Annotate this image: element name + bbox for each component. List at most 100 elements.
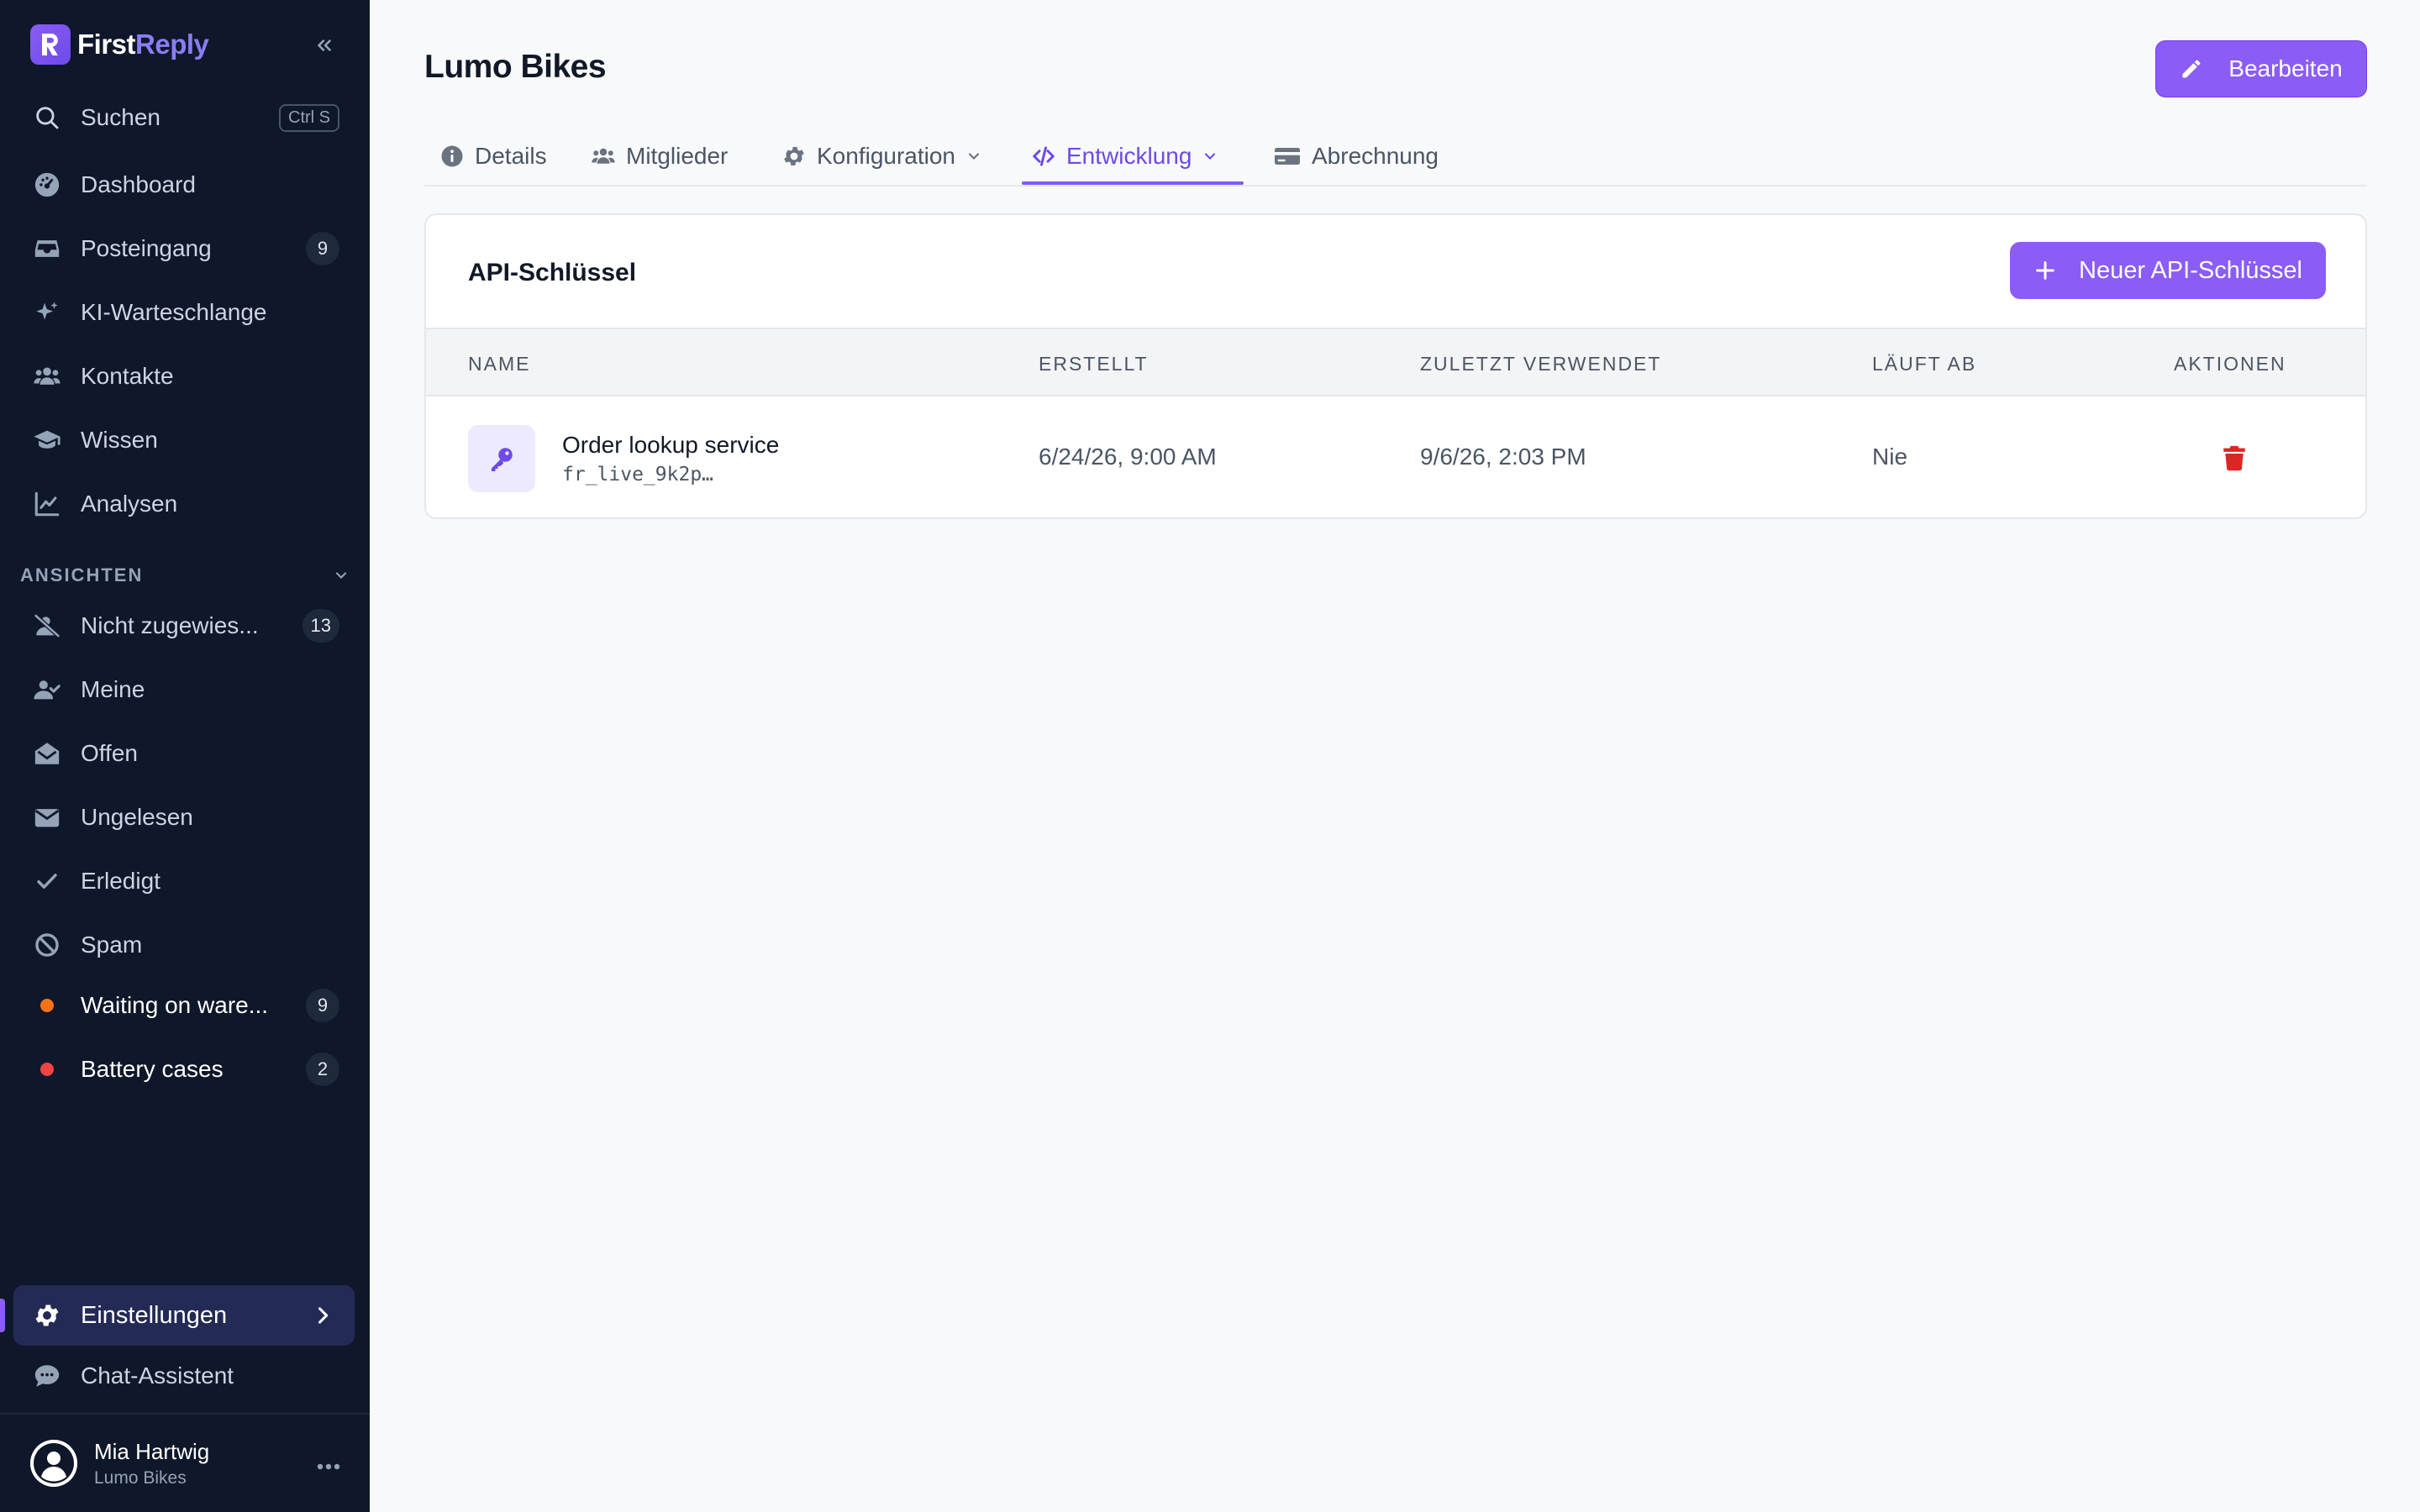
sidebar-view-open[interactable]: Offen [20,727,339,780]
sidebar-item-settings[interactable]: Einstellungen [13,1285,355,1346]
ban-icon [29,927,66,963]
dashboard-gauge-icon [29,166,66,203]
api-key-prefix: fr_live_9k2p… [562,464,714,486]
sidebar-item-chat-assistant[interactable]: Chat-Assistent [20,1349,339,1403]
sidebar-divider [0,1413,370,1415]
column-header-expires: LÄUFT AB [1872,353,1977,375]
sidebar-item-label: Wissen [81,427,158,453]
search-label: Suchen [81,104,160,130]
sidebar-item-label: Chat-Assistent [81,1362,234,1389]
sidebar-item-knowledge[interactable]: Wissen [20,413,339,467]
user-check-icon [29,671,66,708]
column-header-created: ERSTELLT [1039,353,1149,375]
pencil-icon [2182,60,2201,78]
battery-count-badge: 2 [306,1053,339,1086]
waiting-count-badge: 9 [306,989,339,1022]
views-section-header[interactable]: ANSICHTEN [20,563,350,588]
edit-button[interactable]: Bearbeiten [2155,40,2367,97]
new-api-key-label: Neuer API-Schlüssel [2079,256,2302,284]
sidebar-item-label: Waiting on ware... [81,992,269,1018]
gear-icon [29,1297,66,1334]
tab-members[interactable]: Mitglieder [591,126,728,186]
inbox-count-badge: 9 [306,232,339,265]
collapse-sidebar-button[interactable] [308,29,341,62]
user-org: Lumo Bikes [94,1467,187,1488]
chevron-down-icon [1205,153,1216,160]
search-button[interactable]: Suchen Ctrl S [20,91,339,144]
api-key-last-used: 9/6/26, 2:03 PM [1420,444,1586,470]
sidebar-item-label: Offen [81,740,138,766]
sidebar-item-analytics[interactable]: Analysen [20,477,339,531]
sidebar-view-mine[interactable]: Meine [20,663,339,717]
tab-label: Entwicklung [1066,143,1192,169]
users-icon [592,148,615,164]
sidebar-view-waiting-on-warehouse[interactable]: Waiting on ware... 9 [20,979,339,1032]
tab-billing[interactable]: Abrechnung [1273,126,1439,186]
sidebar-view-done[interactable]: Erledigt [20,854,339,908]
code-icon [1033,146,1055,166]
credit-card-icon [1275,148,1300,165]
edit-button-label: Bearbeiten [2228,55,2343,81]
sidebar-view-spam[interactable]: Spam [20,918,339,972]
tab-details[interactable]: Details [439,126,547,186]
api-keys-card: API-Schlüssel Neuer API-Schlüssel NAME E… [424,213,2367,519]
trash-icon[interactable] [2220,444,2249,472]
sidebar-item-contacts[interactable]: Kontakte [20,349,339,403]
logo-mark-icon [30,24,71,65]
tab-development[interactable]: Entwicklung [1031,126,1218,186]
sidebar-item-inbox[interactable]: Posteingang 9 [20,222,339,276]
sparkles-icon [29,294,66,331]
check-icon [29,863,66,900]
settings-label: Einstellungen [81,1301,228,1329]
tab-bar: Details Mitglieder Konfiguration Entwick… [424,126,2367,186]
sidebar-item-label: Battery cases [81,1056,224,1082]
api-key-name: Order lookup service [562,432,780,458]
sidebar-item-label: Posteingang [81,235,212,261]
chevron-right-icon [318,1307,329,1324]
sidebar-item-label: Kontakte [81,363,174,389]
sidebar-item-label: Spam [81,932,143,958]
graduation-cap-icon [29,422,66,459]
api-key-expires: Nie [1872,444,1908,470]
chart-line-icon [29,486,66,522]
chevron-down-icon [968,153,980,160]
plus-icon [2036,261,2054,280]
page-title: Lumo Bikes [424,49,607,85]
info-circle-icon [441,145,463,167]
api-keys-title: API-Schlüssel [468,259,637,286]
sidebar-item-label: Ungelesen [81,804,193,830]
new-api-key-button[interactable]: Neuer API-Schlüssel [2010,242,2326,299]
user-slash-icon [29,607,66,644]
app-logo[interactable]: FirstReply [30,24,341,66]
tab-label: Details [475,143,547,169]
tab-label: Mitglieder [626,143,729,169]
envelope-open-icon [29,735,66,772]
tab-label: Abrechnung [1312,143,1439,169]
column-header-actions: AKTIONEN [2174,353,2286,375]
sidebar-view-battery-cases[interactable]: Battery cases 2 [20,1042,339,1096]
tab-label: Konfiguration [817,143,956,169]
inbox-icon [29,230,66,267]
sidebar-item-label: Dashboard [81,171,196,197]
sidebar-item-label: Meine [81,676,145,702]
active-tab-indicator [1022,181,1244,185]
column-header-name: NAME [468,353,531,375]
users-icon [29,358,66,395]
search-icon [29,99,66,136]
app-name: FirstReply [77,29,209,60]
sidebar-view-unread[interactable]: Ungelesen [20,790,339,844]
more-options-icon[interactable] [316,1449,341,1478]
tab-configuration[interactable]: Konfiguration [781,126,982,186]
table-header: NAME ERSTELLT ZULETZT VERWENDET LÄUFT AB… [426,328,2365,396]
chevron-down-icon [335,572,347,579]
sidebar: FirstReply Suchen Ctrl S Dashboard Poste… [0,0,370,1512]
sidebar-view-unassigned[interactable]: Nicht zugewies... 13 [20,599,339,653]
user-name: Mia Hartwig [94,1438,210,1464]
sidebar-item-ai-queue[interactable]: KI-Warteschlange [20,286,339,339]
user-profile[interactable]: Mia Hartwig Lumo Bikes [30,1436,341,1490]
sidebar-item-dashboard[interactable]: Dashboard [20,158,339,212]
red-dot-icon [29,1051,66,1088]
unassigned-count-badge: 13 [302,609,339,643]
table-row: Order lookup service fr_live_9k2p… 6/24/… [426,396,2365,517]
envelope-icon [29,799,66,836]
